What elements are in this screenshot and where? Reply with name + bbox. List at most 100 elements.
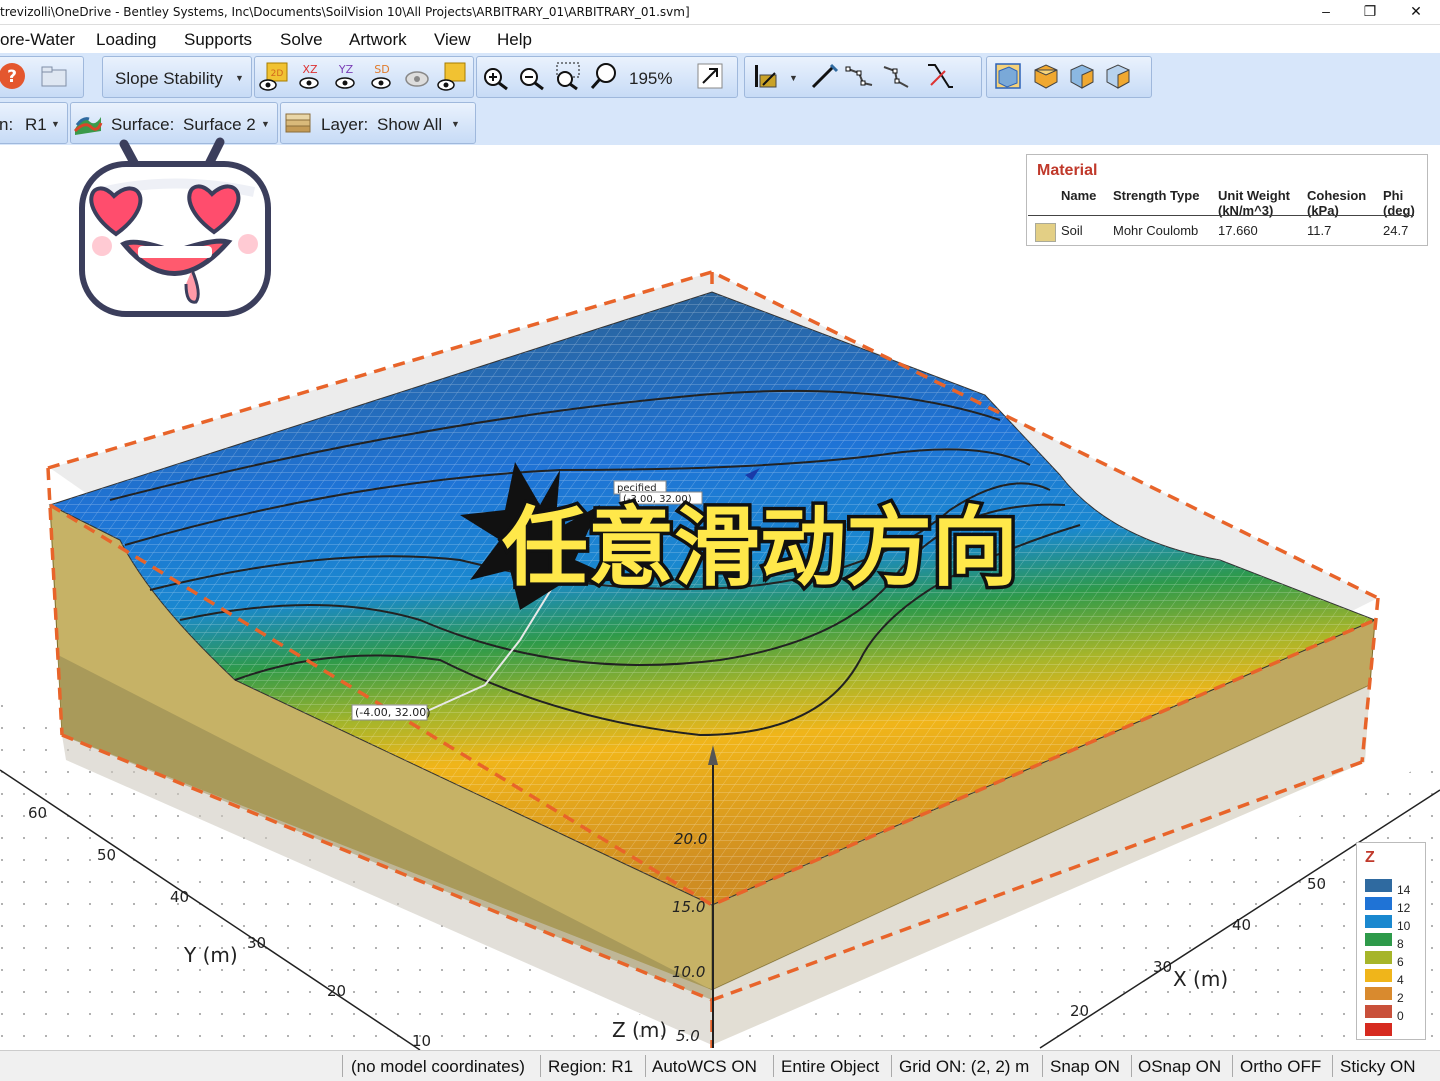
x-tick-50: 50 — [1307, 875, 1326, 893]
layers-icon — [285, 113, 311, 133]
render-solid-icon[interactable] — [993, 61, 1023, 91]
toolbar-group-views: 2D XZ YZ SD — [254, 56, 474, 98]
render-orange-icon[interactable] — [1031, 61, 1061, 91]
analysis-mode-dropdown[interactable]: Slope Stability ▼ — [102, 56, 252, 98]
col-phi: Phi (deg) — [1383, 188, 1415, 218]
x-axis-label: X (m) — [1173, 967, 1228, 991]
y-tick-40: 40 — [170, 888, 189, 906]
y-tick-60: 60 — [28, 804, 47, 822]
z-legend-row: 6 — [1363, 951, 1423, 969]
menu-help[interactable]: Help — [497, 30, 532, 50]
view-yz-icon[interactable]: YZ — [331, 61, 361, 91]
status-divider — [1131, 1055, 1132, 1077]
col-unit-weight: Unit Weight (kN/m^3) — [1218, 188, 1290, 218]
region-value: R1 — [25, 115, 47, 134]
status-divider — [1232, 1055, 1233, 1077]
z-legend-row: 10 — [1363, 915, 1423, 933]
material-legend-title: Material — [1037, 162, 1098, 179]
main-toolbar: ? Slope Stability ▼ 2D XZ YZ SD 195% ▼ — [0, 53, 1440, 99]
soil-color-swatch — [1035, 223, 1056, 242]
zoom-window-icon[interactable] — [553, 61, 583, 91]
legend-divider — [1028, 215, 1414, 216]
z-legend-row: 2 — [1363, 987, 1423, 1005]
status-sticky[interactable]: Sticky ON — [1340, 1057, 1416, 1077]
zoom-extents-icon[interactable] — [589, 61, 619, 91]
chevron-down-icon: ▼ — [235, 73, 244, 83]
z-legend-swatch — [1365, 1005, 1392, 1018]
status-divider — [1042, 1055, 1043, 1077]
view-eye-gray-icon[interactable] — [401, 61, 431, 91]
y-tick-20: 20 — [327, 982, 346, 1000]
z-tick-5: 5.0 — [676, 1027, 700, 1045]
window-title: trevizolli\OneDrive - Bentley Systems, I… — [0, 5, 690, 19]
status-divider — [540, 1055, 541, 1077]
menu-bar: ore-Water Loading Supports Solve Artwork… — [0, 26, 1440, 53]
menu-loading[interactable]: Loading — [96, 30, 157, 50]
view-xz-icon[interactable]: XZ — [295, 61, 325, 91]
z-legend-label: 4 — [1397, 973, 1404, 987]
view-sd-icon[interactable]: SD — [367, 61, 397, 91]
layer-value: Show All — [377, 115, 443, 134]
y-tick-50: 50 — [97, 846, 116, 864]
z-legend-label: 8 — [1397, 937, 1404, 951]
surface-value: Surface 2 — [183, 115, 256, 134]
z-legend-swatch — [1365, 951, 1392, 964]
z-axis-label: Z (m) — [612, 1018, 667, 1042]
z-legend-label: 10 — [1397, 919, 1411, 933]
toolbar-group-file: ? — [0, 56, 84, 98]
restore-button[interactable]: ❐ — [1348, 0, 1392, 24]
edit-properties-icon[interactable] — [751, 61, 781, 91]
chevron-down-icon: ▼ — [261, 119, 270, 129]
status-ortho[interactable]: Ortho OFF — [1240, 1057, 1321, 1077]
polyline-edit-icon[interactable] — [881, 61, 911, 91]
render-blue-icon[interactable] — [1067, 61, 1097, 91]
toolbar-group-render — [986, 56, 1152, 98]
z-legend-row: 4 — [1363, 969, 1423, 987]
status-grid[interactable]: Grid ON: (2, 2) m — [899, 1057, 1029, 1077]
y-axis-label: Y (m) — [183, 943, 238, 967]
pen-icon[interactable] — [809, 61, 839, 91]
help-icon[interactable]: ? — [0, 61, 27, 91]
z-tick-10: 10.0 — [672, 963, 705, 981]
open-folder-icon[interactable] — [39, 61, 69, 91]
z-legend-row — [1363, 1023, 1423, 1037]
polyline-icon[interactable] — [845, 61, 875, 91]
z-legend-label: 6 — [1397, 955, 1404, 969]
status-divider — [1332, 1055, 1333, 1077]
menu-solve[interactable]: Solve — [280, 30, 323, 50]
col-name: Name — [1061, 188, 1097, 203]
slip-surface-icon[interactable] — [925, 61, 955, 91]
fullscreen-icon[interactable] — [695, 61, 725, 91]
menu-artwork[interactable]: Artwork — [349, 30, 407, 50]
menu-view[interactable]: View — [434, 30, 471, 50]
region-selector[interactable]: n: R1 ▼ — [0, 102, 68, 144]
menu-supports[interactable]: Supports — [184, 30, 252, 50]
status-autowcs[interactable]: AutoWCS ON — [652, 1057, 757, 1077]
zoom-out-icon[interactable] — [517, 63, 547, 93]
view-3d-icon[interactable] — [437, 61, 467, 91]
svg-text:?: ? — [7, 67, 17, 87]
z-legend-swatch — [1365, 897, 1392, 910]
view-2d-icon[interactable]: 2D — [259, 61, 289, 91]
status-entire-object[interactable]: Entire Object — [781, 1057, 879, 1077]
material-name: Soil — [1061, 223, 1083, 238]
status-osnap[interactable]: OSnap ON — [1138, 1057, 1221, 1077]
menu-pore-water[interactable]: ore-Water — [0, 30, 75, 50]
region-label: n: — [0, 115, 14, 134]
x-tick-40: 40 — [1232, 916, 1251, 934]
z-tick-20: 20.0 — [674, 830, 707, 848]
z-legend-swatch — [1365, 969, 1392, 982]
surface-label: Surface: — [111, 115, 175, 134]
render-cut-icon[interactable] — [1103, 61, 1133, 91]
toolbar-group-zoom: 195% — [476, 56, 738, 98]
z-tick-15: 15.0 — [672, 898, 705, 916]
z-legend-swatch — [1365, 987, 1392, 1000]
status-snap[interactable]: Snap ON — [1050, 1057, 1120, 1077]
minimize-button[interactable]: – — [1304, 0, 1348, 24]
zoom-in-icon[interactable] — [481, 63, 511, 93]
close-button[interactable]: ✕ — [1394, 0, 1438, 24]
model-viewport[interactable]: 60 50 40 30 20 10 Y (m) 20 30 40 50 X (m… — [0, 137, 1440, 1050]
z-legend-row: 8 — [1363, 933, 1423, 951]
layer-selector[interactable]: Layer: Show All ▼ — [280, 102, 476, 144]
status-divider — [891, 1055, 892, 1077]
